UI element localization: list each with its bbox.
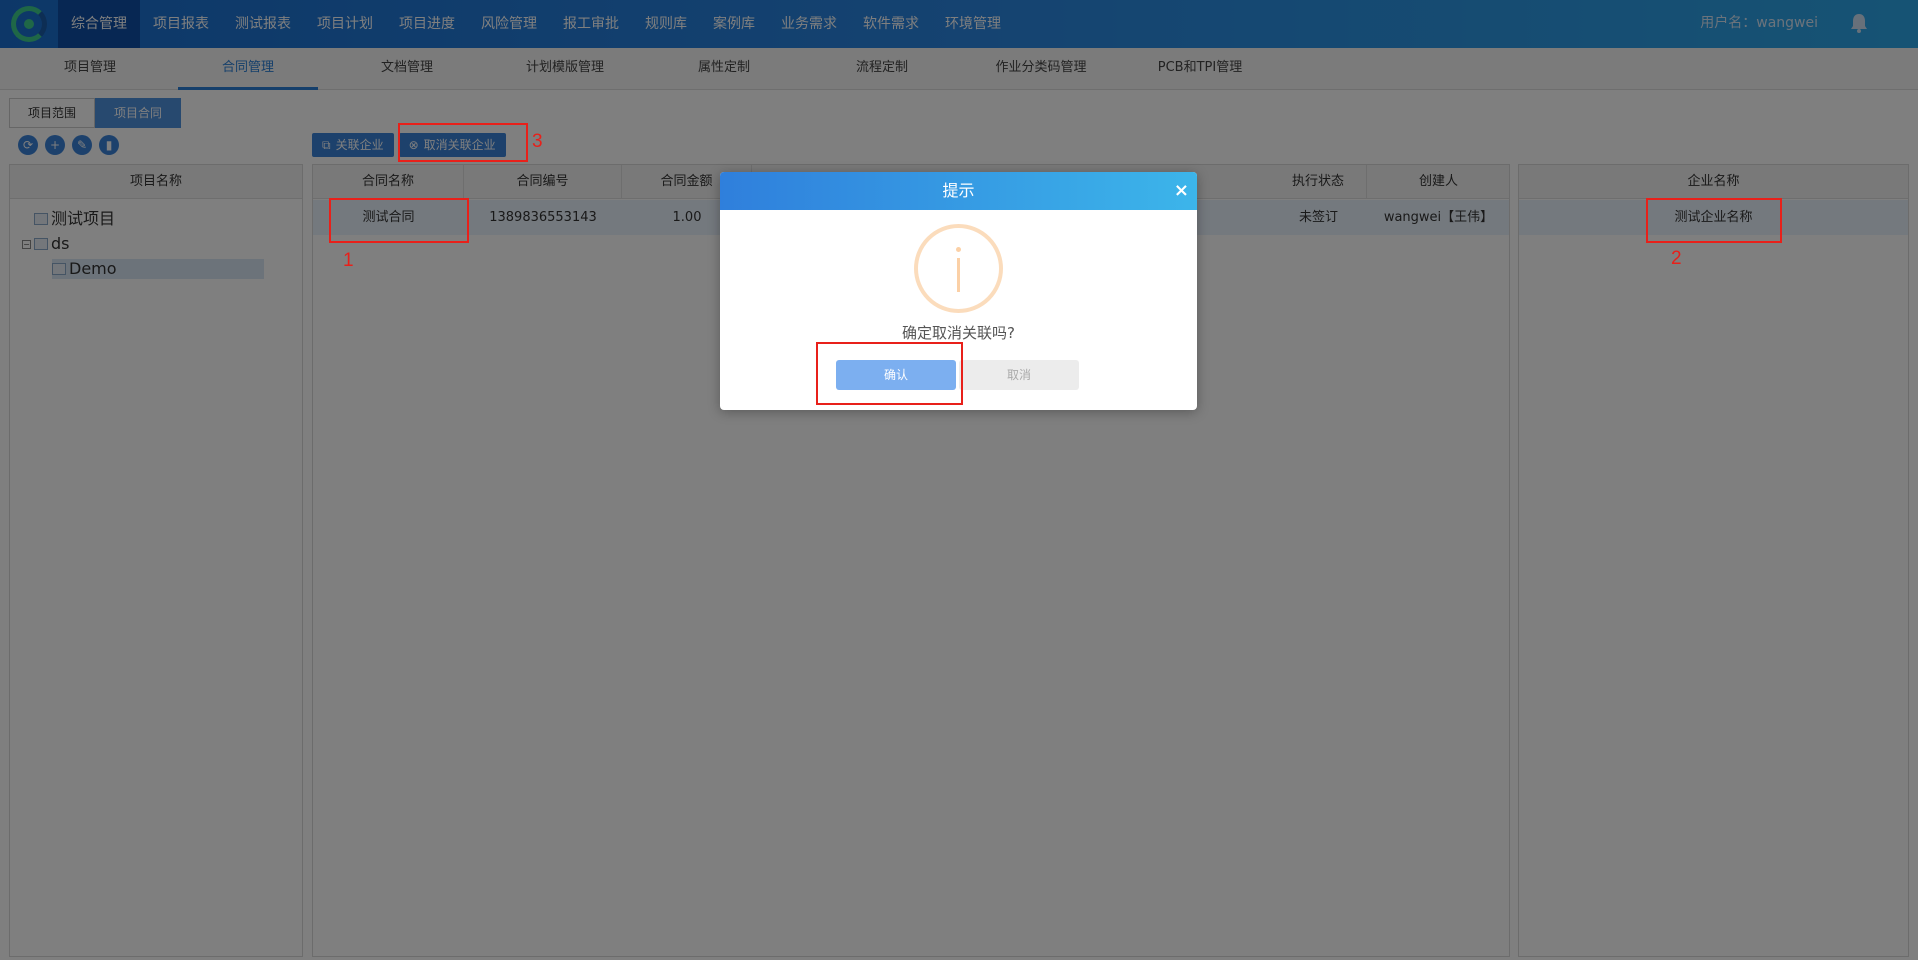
dialog-title: 提示	[942, 181, 975, 200]
modal-overlay[interactable]	[0, 0, 1918, 960]
info-icon	[914, 224, 1003, 313]
annotation-label-1: 1	[343, 250, 354, 271]
annotation-box-1	[329, 198, 469, 243]
annotation-box-4-overlay	[816, 342, 963, 405]
cancel-button[interactable]: 取消	[959, 360, 1079, 390]
dialog-message: 确定取消关联吗?	[902, 324, 1015, 342]
annotation-label-2: 2	[1671, 248, 1682, 269]
dialog-header: 提示 ×	[720, 172, 1197, 210]
annotation-box-3	[398, 123, 528, 162]
close-icon[interactable]: ×	[1174, 172, 1189, 210]
annotation-box-2	[1646, 198, 1782, 243]
annotation-label-3: 3	[532, 131, 543, 152]
